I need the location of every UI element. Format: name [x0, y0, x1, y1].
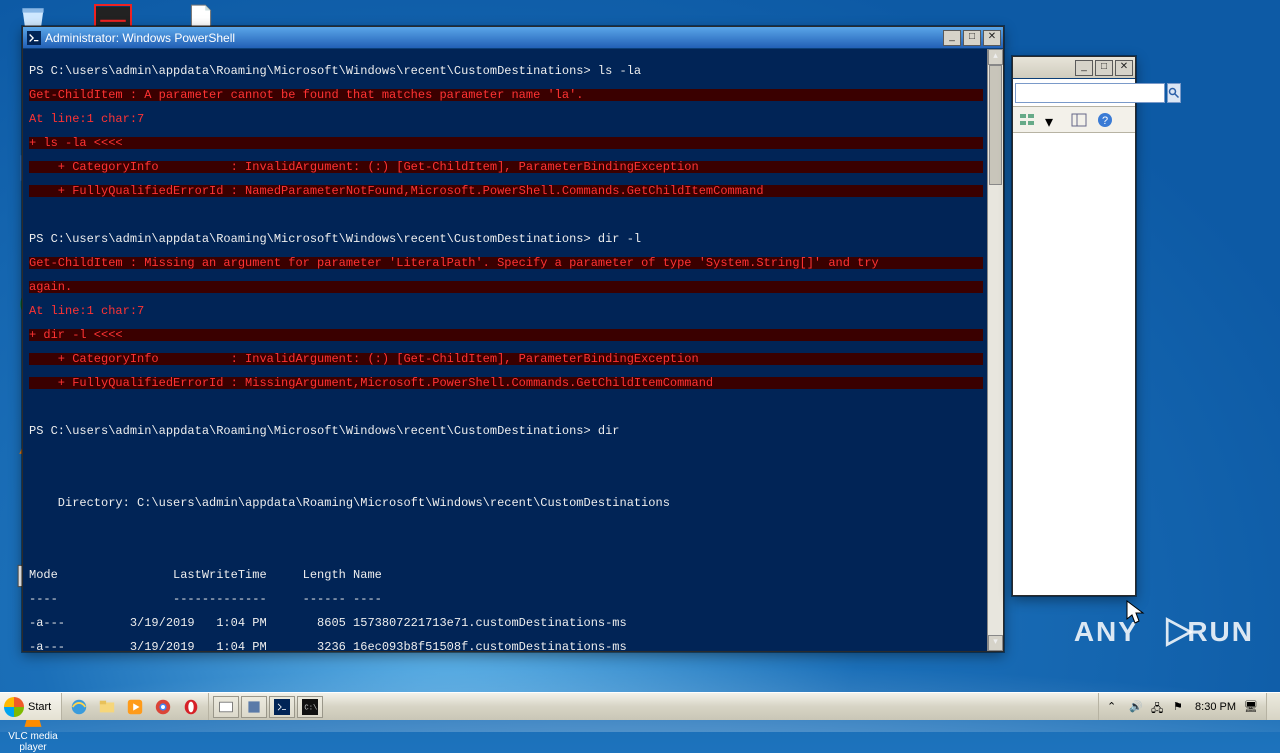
task-cmd[interactable]: C:\ [297, 696, 323, 718]
command: dir -l [598, 232, 641, 246]
scroll-thumb[interactable] [989, 65, 1002, 185]
command: ls -la [598, 64, 641, 78]
scroll-down-button[interactable]: ▾ [988, 635, 1003, 651]
svg-text:C:\: C:\ [305, 704, 318, 712]
error-line: again. [29, 281, 983, 293]
task-button[interactable] [241, 696, 267, 718]
scroll-up-button[interactable]: ▴ [988, 49, 1003, 65]
content-pane[interactable] [1013, 133, 1135, 595]
error-line: Get-ChildItem : Missing an argument for … [29, 257, 983, 269]
error-line: + CategoryInfo : InvalidArgument: (:) [G… [29, 353, 983, 365]
view-icon[interactable] [1019, 112, 1035, 128]
powershell-icon [27, 31, 41, 45]
close-button[interactable]: ✕ [1115, 60, 1133, 76]
scrollbar[interactable]: ▴ ▾ [987, 49, 1003, 651]
clock[interactable]: 8:30 PM [1195, 701, 1236, 713]
powershell-window: Administrator: Windows PowerShell _ □ ✕ … [22, 26, 1004, 652]
flag-icon[interactable]: ⚑ [1173, 700, 1187, 714]
search-button[interactable] [1167, 83, 1181, 103]
network-icon[interactable]: 🖧 [1151, 700, 1165, 714]
column-headers: Mode LastWriteTime Length Name [29, 569, 983, 581]
titlebar[interactable]: _ □ ✕ [1013, 57, 1135, 79]
tray-monitor-icon[interactable]: 🖥 [1244, 700, 1258, 714]
terminal-body[interactable]: PS C:\users\admin\appdata\Roaming\Micros… [23, 49, 1003, 651]
file-row: -a--- 3/19/2019 1:04 PM 3236 16ec093b8f5… [29, 641, 983, 651]
taskbar: Start C:\ ⌃ 🔊 🖧 ⚑ 8:30 PM 🖥 [0, 692, 1280, 720]
column-underline: ---- ------------- ------ ---- [29, 593, 983, 605]
error-line: + CategoryInfo : InvalidArgument: (:) [G… [29, 161, 983, 173]
search-row [1013, 79, 1135, 107]
pane-icon[interactable] [1071, 112, 1087, 128]
volume-icon[interactable]: 🔊 [1129, 700, 1143, 714]
maximize-button[interactable]: □ [1095, 60, 1113, 76]
file-row: -a--- 3/19/2019 1:04 PM 8605 15738072217… [29, 617, 983, 629]
tray-expand-icon[interactable]: ⌃ [1107, 700, 1121, 714]
toolbar: ▾ ? [1013, 107, 1135, 133]
search-input[interactable] [1015, 83, 1165, 103]
show-desktop-button[interactable] [1266, 693, 1280, 720]
desktop: Re VLC media player [0, 0, 1280, 692]
aux-window: _ □ ✕ ▾ ? [1012, 56, 1136, 596]
error-line: + FullyQualifiedErrorId : NamedParameter… [29, 185, 983, 197]
error-line: At line:1 char:7 [29, 113, 983, 125]
running-tasks: C:\ [209, 693, 327, 720]
cursor-icon [1126, 600, 1146, 626]
quick-launch [62, 693, 209, 720]
minimize-button[interactable]: _ [943, 30, 961, 46]
windows-orb-icon [4, 697, 24, 717]
error-line: Get-ChildItem : A parameter cannot be fo… [29, 89, 983, 101]
maximize-button[interactable]: □ [963, 30, 981, 46]
scroll-track[interactable] [988, 65, 1003, 635]
error-line: At line:1 char:7 [29, 305, 983, 317]
close-button[interactable]: ✕ [983, 30, 1001, 46]
help-icon[interactable]: ? [1097, 112, 1113, 128]
error-line: + FullyQualifiedErrorId : MissingArgumen… [29, 377, 983, 389]
system-tray: ⌃ 🔊 🖧 ⚑ 8:30 PM 🖥 [1098, 693, 1266, 720]
anyrun-watermark: ANY RUN [1074, 616, 1254, 648]
task-powershell[interactable] [269, 696, 295, 718]
command: dir [598, 424, 620, 438]
error-line: + dir -l <<<< [29, 329, 983, 341]
explorer-icon[interactable] [94, 696, 120, 718]
media-player-icon[interactable] [122, 696, 148, 718]
task-button[interactable] [213, 696, 239, 718]
titlebar[interactable]: Administrator: Windows PowerShell _ □ ✕ [23, 27, 1003, 49]
start-label: Start [28, 701, 51, 713]
minimize-button[interactable]: _ [1075, 60, 1093, 76]
opera-icon[interactable] [178, 696, 204, 718]
ie-icon[interactable] [66, 696, 92, 718]
directory-header: Directory: C:\users\admin\appdata\Roamin… [29, 497, 983, 509]
prompt: PS C:\users\admin\appdata\Roaming\Micros… [29, 64, 591, 78]
desktop-icon-label: VLC media player [8, 731, 57, 753]
start-button[interactable]: Start [0, 693, 62, 720]
chrome-icon[interactable] [150, 696, 176, 718]
window-title: Administrator: Windows PowerShell [45, 31, 943, 45]
error-line: + ls -la <<<< [29, 137, 983, 149]
chevron-down-icon[interactable]: ▾ [1045, 112, 1061, 128]
svg-text:?: ? [1102, 115, 1108, 127]
